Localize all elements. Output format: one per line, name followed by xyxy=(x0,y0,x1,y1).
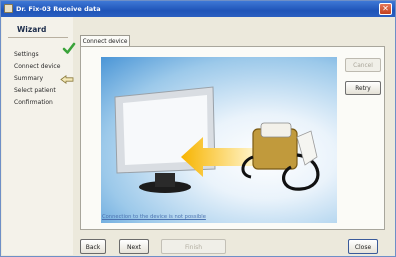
sidebar-divider xyxy=(8,37,68,38)
wizard-window: Dr. Fix-03 Receive data ✕ Wizard Setting… xyxy=(0,0,396,257)
wizard-sidebar: Wizard Settings Connect device Summary S… xyxy=(2,17,76,255)
app-icon xyxy=(4,4,13,13)
connect-device-panel: Cancel Retry Connection to the device is… xyxy=(80,46,385,230)
close-button[interactable]: Close xyxy=(348,239,378,254)
connect-device-illustration xyxy=(101,57,337,223)
cancel-button[interactable]: Cancel xyxy=(345,58,381,72)
title-bar[interactable]: Dr. Fix-03 Receive data ✕ xyxy=(1,1,395,17)
checkmark-icon xyxy=(62,42,76,54)
current-step-arrow-icon xyxy=(60,75,74,84)
retry-button[interactable]: Retry xyxy=(345,81,381,95)
finish-button[interactable]: Finish xyxy=(161,239,226,254)
close-icon: ✕ xyxy=(382,4,389,13)
step-select-patient: Select patient xyxy=(14,87,56,94)
step-connect-device: Connect device xyxy=(14,63,61,70)
window-close-button[interactable]: ✕ xyxy=(379,3,392,15)
back-button[interactable]: Back xyxy=(80,239,106,254)
next-button[interactable]: Next xyxy=(119,239,149,254)
connection-help-link[interactable]: Connection to the device is not possible xyxy=(102,214,206,220)
step-confirmation: Confirmation xyxy=(14,99,53,106)
sidebar-title: Wizard xyxy=(17,25,47,34)
device-icon xyxy=(241,122,320,191)
window-title: Dr. Fix-03 Receive data xyxy=(16,5,101,13)
step-settings: Settings xyxy=(14,51,39,58)
step-summary: Summary xyxy=(14,75,43,82)
